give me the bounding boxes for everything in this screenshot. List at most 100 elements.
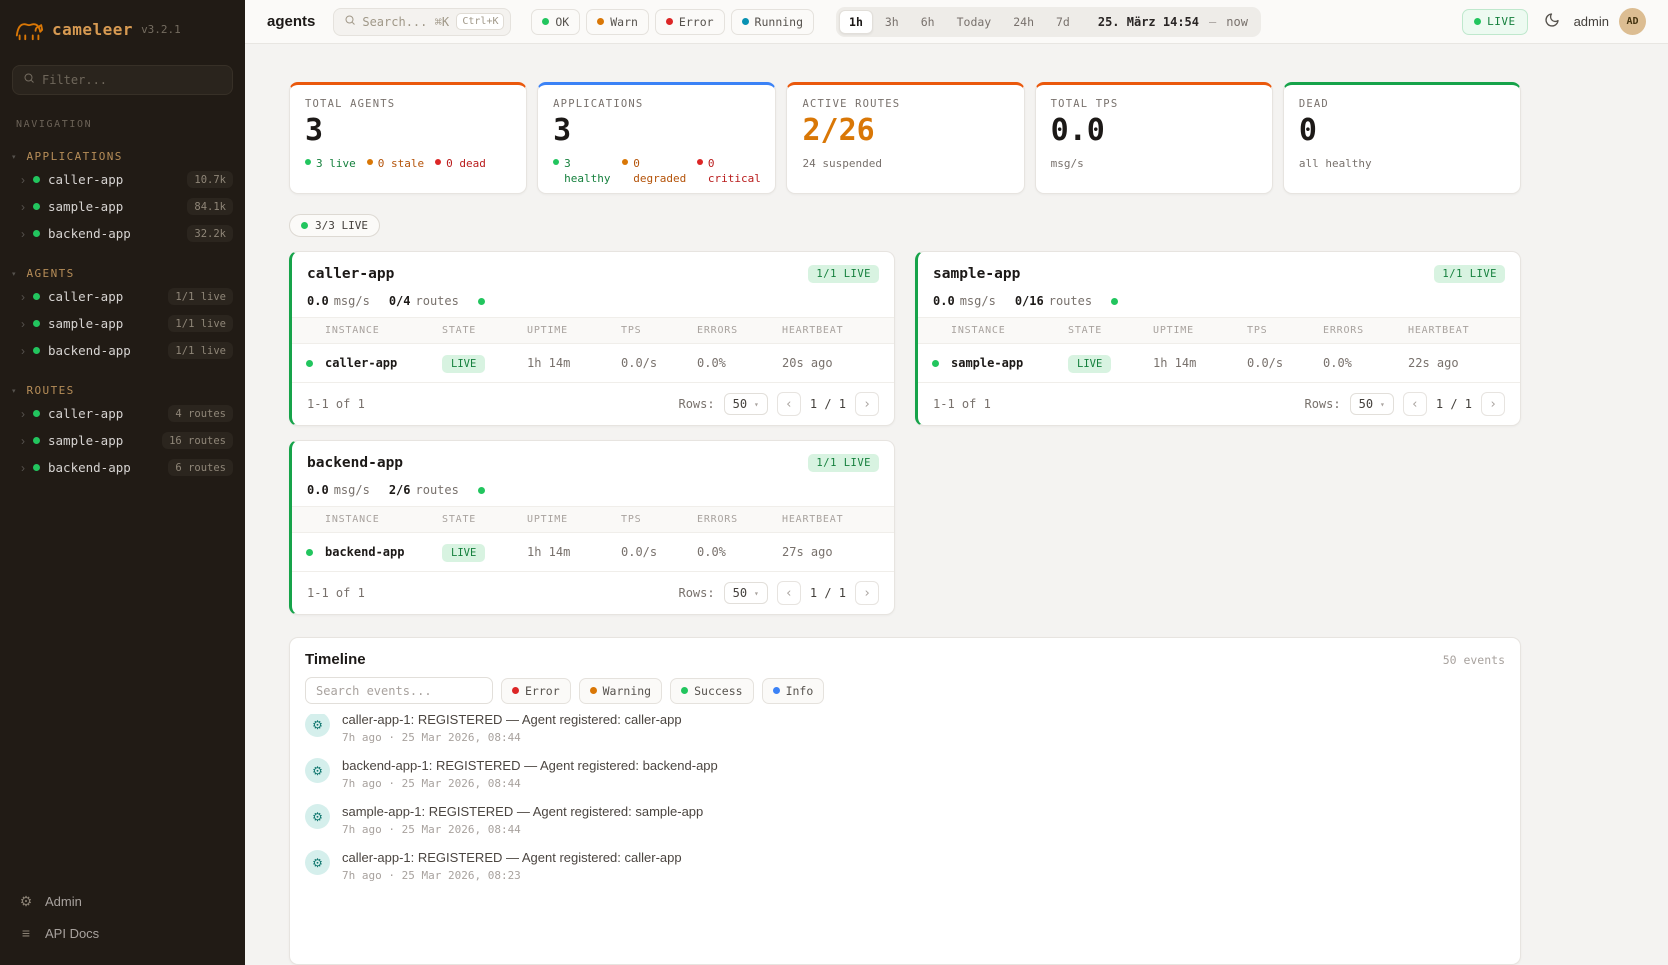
col-instance: INSTANCE <box>325 325 442 336</box>
global-search[interactable]: Ctrl+K <box>333 8 511 36</box>
running-dot <box>742 18 749 25</box>
instance-row-caller-app[interactable]: caller-app LIVE 1h 14m 0.0/s 0.0% 20s ag… <box>292 344 894 382</box>
timeline-filter-info[interactable]: Info <box>762 678 825 704</box>
admin-link[interactable]: ⚙ Admin <box>18 893 227 910</box>
section-routes: ▾ ROUTES › caller-app 4 routes › sample-… <box>0 381 245 481</box>
sidebar-item-routes-backend-app[interactable]: › backend-app 6 routes <box>0 454 245 481</box>
avatar[interactable]: AD <box>1619 8 1646 35</box>
tps-value: 0.0 <box>307 294 329 308</box>
stat-active-routes: ACTIVE ROUTES 2/26 24 suspended <box>786 82 1024 194</box>
app-stats-line: 0.0 msg/s 0/4 routes <box>292 292 894 317</box>
moon-icon <box>1544 12 1560 31</box>
dark-mode-toggle[interactable] <box>1544 12 1560 31</box>
timeline-event[interactable]: ⚙ backend-app-1: REGISTERED — Agent regi… <box>305 751 1505 797</box>
filter-chip-running[interactable]: Running <box>731 9 814 35</box>
timeline-event-list[interactable]: ⚙ caller-app-1: REGISTERED — Agent regis… <box>290 714 1520 964</box>
api-docs-label: API Docs <box>45 926 99 941</box>
range-3h[interactable]: 3h <box>875 10 909 34</box>
errors-cell: 0.0% <box>697 545 782 559</box>
search-input[interactable] <box>362 15 450 29</box>
timeline-filter-error[interactable]: Error <box>501 678 571 704</box>
collapse-caret-icon: ▾ <box>12 270 16 278</box>
stat-value: 0.0 <box>1051 114 1257 149</box>
range-7d[interactable]: 7d <box>1046 10 1080 34</box>
sidebar-filter[interactable] <box>12 65 233 95</box>
instance-name: caller-app <box>325 356 442 370</box>
timeline-event[interactable]: ⚙ caller-app-1: REGISTERED — Agent regis… <box>305 714 1505 751</box>
filter-chip-error[interactable]: Error <box>655 9 725 35</box>
next-page-button[interactable]: › <box>855 392 879 416</box>
status-dot <box>306 360 313 367</box>
sidebar-filter-input[interactable] <box>42 73 222 87</box>
range-today[interactable]: Today <box>947 10 1002 34</box>
sidebar-footer: ⚙ Admin ≡ API Docs <box>0 881 245 965</box>
section-header-applications[interactable]: ▾ APPLICATIONS <box>0 147 245 166</box>
next-page-button[interactable]: › <box>1481 392 1505 416</box>
sidebar-item-agents-backend-app[interactable]: › backend-app 1/1 live <box>0 337 245 364</box>
chevron-down-icon: ▾ <box>1380 400 1385 409</box>
col-tps: TPS <box>621 325 697 336</box>
warning-dot <box>590 687 597 694</box>
section-header-agents[interactable]: ▾ AGENTS <box>0 264 245 283</box>
col-heartbeat: HEARTBEAT <box>782 514 894 525</box>
stat-value: 0 <box>1299 114 1505 149</box>
section-label: ROUTES <box>27 384 75 397</box>
api-docs-link[interactable]: ≡ API Docs <box>18 925 227 941</box>
page-title: agents <box>267 13 315 30</box>
stat-dead: DEAD 0 all healthy <box>1283 82 1521 194</box>
prev-page-button[interactable]: ‹ <box>777 581 801 605</box>
uptime-cell: 1h 14m <box>527 356 621 370</box>
sidebar-item-routes-sample-app[interactable]: › sample-app 16 routes <box>0 427 245 454</box>
routes-unit: routes <box>416 483 459 497</box>
app-card-header: caller-app 1/1 LIVE <box>292 252 894 292</box>
range-24h[interactable]: 24h <box>1003 10 1044 34</box>
range-1h[interactable]: 1h <box>839 10 873 34</box>
live-summary-label: 3/3 LIVE <box>315 219 368 232</box>
next-page-button[interactable]: › <box>855 581 879 605</box>
navigation-label: NAVIGATION <box>16 119 229 130</box>
timeline-event[interactable]: ⚙ sample-app-1: REGISTERED — Agent regis… <box>305 797 1505 843</box>
app-live-badge: 1/1 LIVE <box>1434 265 1505 283</box>
sidebar-item-applications-backend-app[interactable]: › backend-app 32.2k <box>0 220 245 247</box>
rows-label: Rows: <box>1304 397 1340 411</box>
event-gear-icon: ⚙ <box>305 758 330 783</box>
timeline-filter-success[interactable]: Success <box>670 678 753 704</box>
sidebar-item-routes-caller-app[interactable]: › caller-app 4 routes <box>0 400 245 427</box>
filter-chip-warn[interactable]: Warn <box>586 9 649 35</box>
rows-per-page-select[interactable]: 50 ▾ <box>724 582 768 604</box>
item-count-badge: 4 routes <box>168 405 233 422</box>
item-count-badge: 10.7k <box>187 171 233 188</box>
instance-row-sample-app[interactable]: sample-app LIVE 1h 14m 0.0/s 0.0% 22s ag… <box>918 344 1520 382</box>
rows-per-page-select[interactable]: 50 ▾ <box>1350 393 1394 415</box>
item-count-badge: 84.1k <box>187 198 233 215</box>
filter-chip-ok[interactable]: OK <box>531 9 580 35</box>
tps-cell: 0.0/s <box>1247 356 1323 370</box>
sidebar-item-applications-caller-app[interactable]: › caller-app 10.7k <box>0 166 245 193</box>
range-end-time: now <box>1226 15 1248 29</box>
sidebar-item-applications-sample-app[interactable]: › sample-app 84.1k <box>0 193 245 220</box>
time-range-group: 1h 3h 6h Today 24h 7d 25. März 14:54 — n… <box>836 7 1261 37</box>
logo-row: cameleer v3.2.1 <box>0 0 245 55</box>
section-label: APPLICATIONS <box>27 150 123 163</box>
status-dot <box>33 437 40 444</box>
prev-page-button[interactable]: ‹ <box>777 392 801 416</box>
timeline-event[interactable]: ⚙ caller-app-1: REGISTERED — Agent regis… <box>305 843 1505 889</box>
event-title: caller-app-1: REGISTERED — Agent registe… <box>342 850 682 865</box>
rows-per-page-select[interactable]: 50 ▾ <box>724 393 768 415</box>
prev-page-button[interactable]: ‹ <box>1403 392 1427 416</box>
instance-row-backend-app[interactable]: backend-app LIVE 1h 14m 0.0/s 0.0% 27s a… <box>292 533 894 571</box>
item-label: caller-app <box>48 406 123 421</box>
menu-icon: ≡ <box>18 925 34 941</box>
table-header: INSTANCE STATE UPTIME TPS ERRORS HEARTBE… <box>292 317 894 344</box>
range-6h[interactable]: 6h <box>911 10 945 34</box>
timeline-search-input[interactable] <box>305 677 493 704</box>
timeline-controls: Error Warning Success Info <box>290 677 1520 714</box>
section-header-routes[interactable]: ▾ ROUTES <box>0 381 245 400</box>
page-indicator: 1 / 1 <box>1436 397 1472 411</box>
row-range-label: 1-1 of 1 <box>307 586 365 600</box>
sidebar-item-agents-caller-app[interactable]: › caller-app 1/1 live <box>0 283 245 310</box>
sidebar-item-agents-sample-app[interactable]: › sample-app 1/1 live <box>0 310 245 337</box>
uptime-cell: 1h 14m <box>1153 356 1247 370</box>
item-count-badge: 1/1 live <box>168 288 233 305</box>
timeline-filter-warning[interactable]: Warning <box>579 678 662 704</box>
